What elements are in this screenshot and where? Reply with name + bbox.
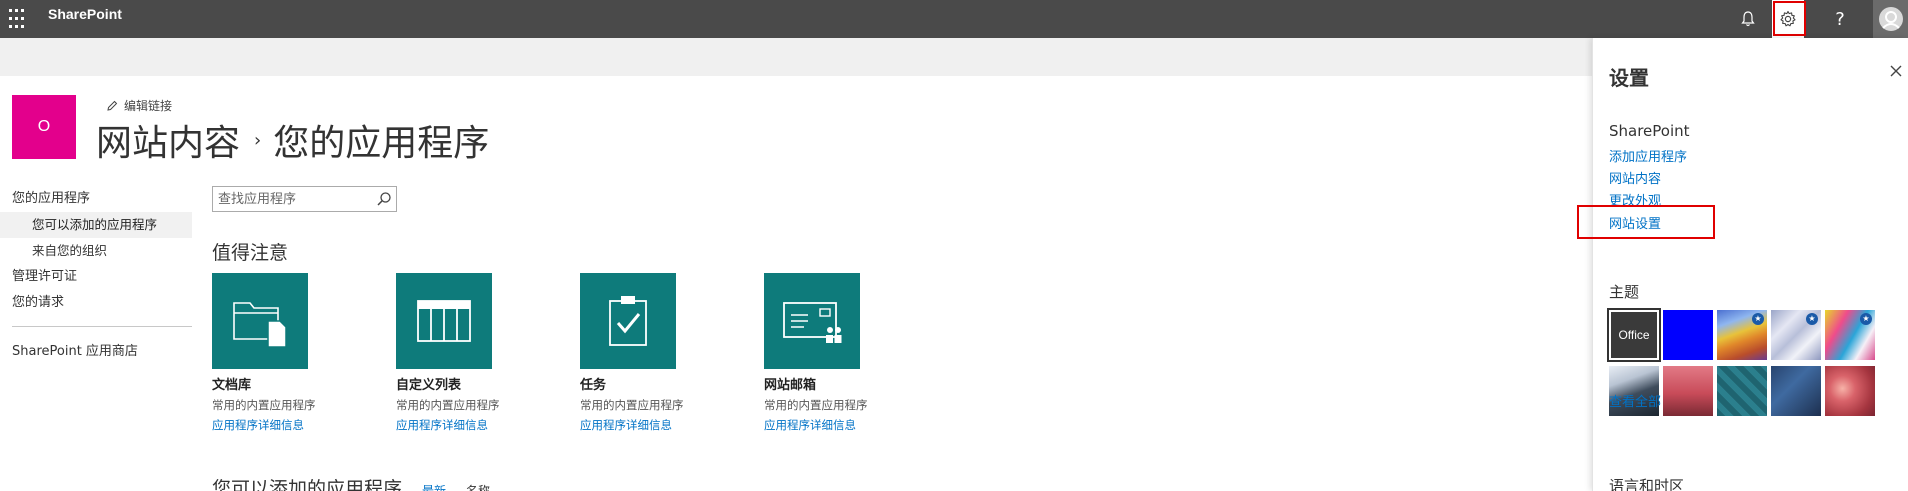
theme-bright[interactable]: ★	[1825, 310, 1875, 360]
app-tile: 文档库 常用的内置应用程序 应用程序详细信息	[212, 273, 316, 433]
settings-title: 设置	[1609, 66, 1649, 90]
nav-manage-licenses[interactable]: 管理许可证	[0, 264, 192, 290]
view-all-themes-link[interactable]: 查看全部	[1609, 391, 1661, 410]
noteworthy-heading: 值得注意	[212, 242, 289, 264]
left-navigation: 您的应用程序 您可以添加的应用程序 来自您的组织 管理许可证 您的请求 Shar…	[0, 186, 192, 365]
site-contents-link[interactable]: 网站内容	[1609, 168, 1661, 187]
app-description: 常用的内置应用程序	[396, 398, 500, 412]
star-badge-icon: ★	[1806, 313, 1818, 325]
tasks-icon[interactable]	[580, 273, 676, 369]
app-tile: 自定义列表 常用的内置应用程序 应用程序详细信息	[396, 273, 500, 433]
theme-blue[interactable]	[1663, 310, 1713, 360]
apps-you-can-add-title: 您可以添加的应用程序	[212, 478, 403, 491]
edit-links-button[interactable]: 编辑链接	[106, 97, 172, 114]
theme-navy[interactable]	[1771, 366, 1821, 416]
notifications-bell-icon[interactable]	[1728, 0, 1768, 38]
sort-newest-link[interactable]: 最新	[422, 482, 446, 491]
app-name[interactable]: 自定义列表	[396, 374, 492, 393]
nav-from-your-organization[interactable]: 来自您的组织	[0, 238, 192, 264]
theme-office[interactable]: Office	[1609, 310, 1659, 360]
theme-circuit[interactable]	[1717, 366, 1767, 416]
app-description: 常用的内置应用程序	[580, 398, 684, 412]
theme-colorful[interactable]: ★	[1717, 310, 1767, 360]
breadcrumb-your-apps: 您的应用程序	[273, 123, 490, 164]
theme-palms[interactable]	[1663, 366, 1713, 416]
change-the-look-link[interactable]: 更改外观	[1609, 190, 1661, 209]
suite-bar: SharePoint ?	[0, 0, 1908, 38]
app-name[interactable]: SharePoint	[48, 6, 122, 22]
theme-bokeh[interactable]	[1825, 366, 1875, 416]
breadcrumb-separator: ›	[254, 129, 262, 151]
app-details-link[interactable]: 应用程序详细信息	[764, 417, 860, 433]
pencil-icon	[107, 100, 118, 111]
star-badge-icon: ★	[1752, 313, 1764, 325]
search-icon[interactable]	[376, 191, 392, 207]
nav-apps-you-can-add[interactable]: 您可以添加的应用程序	[0, 212, 192, 238]
nav-your-apps[interactable]: 您的应用程序	[0, 186, 192, 212]
app-name[interactable]: 任务	[580, 374, 676, 393]
sort-name-link[interactable]: 名称	[466, 482, 490, 491]
ribbon-strip	[0, 38, 1592, 76]
apps-you-can-add-heading: 您可以添加的应用程序 最新 名称	[212, 474, 490, 491]
settings-gear-icon[interactable]	[1772, 0, 1804, 38]
app-details-link[interactable]: 应用程序详细信息	[580, 417, 676, 433]
nav-your-requests[interactable]: 您的请求	[0, 290, 192, 316]
app-description: 常用的内置应用程序	[212, 398, 316, 412]
app-name[interactable]: 文档库	[212, 374, 308, 393]
site-settings-link[interactable]: 网站设置	[1609, 213, 1661, 232]
help-icon[interactable]: ?	[1820, 0, 1860, 38]
language-region-heading: 语言和时区	[1609, 477, 1685, 491]
app-tile: 网站邮箱 常用的内置应用程序 应用程序详细信息	[764, 273, 868, 433]
find-app-search-box[interactable]	[212, 186, 397, 212]
app-details-link[interactable]: 应用程序详细信息	[212, 417, 308, 433]
add-an-app-link[interactable]: 添加应用程序	[1609, 146, 1687, 165]
app-launcher-icon[interactable]	[0, 0, 30, 30]
app-description: 常用的内置应用程序	[764, 398, 868, 412]
document-library-icon[interactable]	[212, 273, 308, 369]
page-title: 网站内容 › 您的应用程序	[96, 114, 489, 166]
app-tile: 任务 常用的内置应用程序 应用程序详细信息	[580, 273, 684, 433]
custom-list-icon[interactable]	[396, 273, 492, 369]
close-icon[interactable]	[1889, 64, 1903, 78]
site-logo[interactable]: O	[12, 95, 76, 159]
sharepoint-section-heading: SharePoint	[1609, 122, 1690, 140]
find-app-input[interactable]	[213, 187, 373, 211]
edit-links-label: 编辑链接	[124, 99, 173, 113]
breadcrumb-site-contents[interactable]: 网站内容	[96, 114, 240, 166]
app-name[interactable]: 网站邮箱	[764, 374, 860, 393]
site-mailbox-icon[interactable]	[764, 273, 860, 369]
user-avatar[interactable]	[1873, 0, 1908, 38]
theme-silver[interactable]: ★	[1771, 310, 1821, 360]
themes-heading: 主题	[1609, 283, 1640, 301]
nav-sharepoint-store[interactable]: SharePoint 应用商店	[0, 339, 192, 365]
app-details-link[interactable]: 应用程序详细信息	[396, 417, 492, 433]
settings-panel: 设置 SharePoint 添加应用程序 网站内容 更改外观 网站设置 主题 O…	[1592, 38, 1908, 491]
featured-apps: 文档库 常用的内置应用程序 应用程序详细信息 自定义列表 常用的内置应用程序 应…	[212, 273, 868, 433]
nav-divider	[12, 326, 192, 327]
star-badge-icon: ★	[1860, 313, 1872, 325]
